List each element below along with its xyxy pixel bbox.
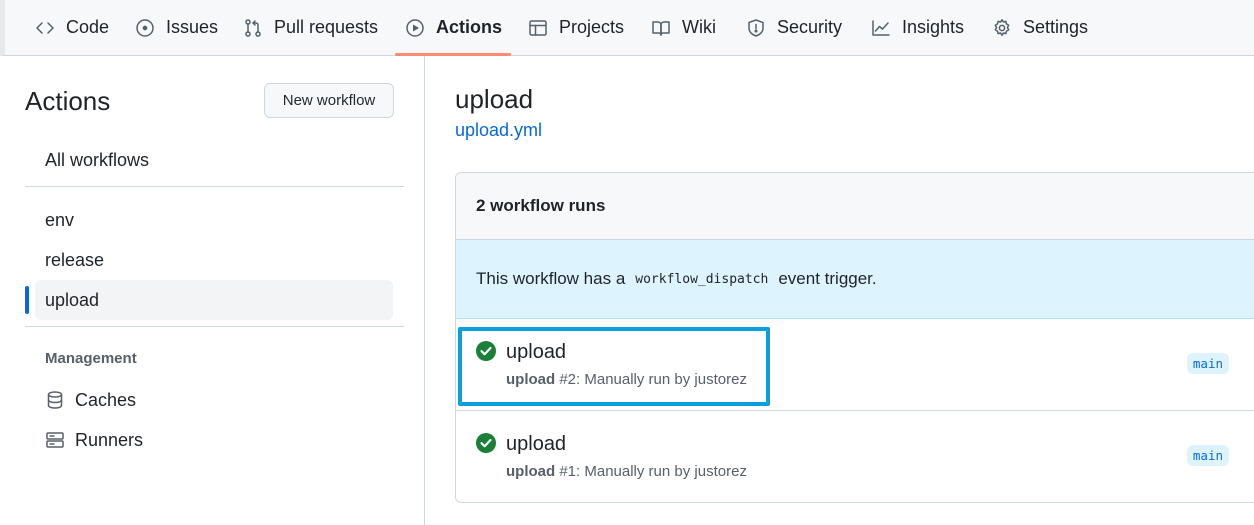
table-icon: [529, 19, 547, 36]
tab-projects[interactable]: Projects: [528, 0, 624, 55]
run-detail: #2: Manually run by justorez: [559, 371, 747, 388]
tab-label: Wiki: [682, 17, 716, 37]
branch-badge[interactable]: main: [1186, 353, 1229, 374]
run-subtitle: upload #2: Manually run by justorez: [506, 371, 747, 388]
workflow-run-row[interactable]: upload upload #2: Manually run by justor…: [456, 319, 1254, 411]
repo-nav: Code Issues Pull requests Actions Projec…: [0, 0, 1254, 56]
book-icon: [652, 20, 670, 36]
run-workflow-name: upload: [506, 463, 556, 480]
check-circle-icon: [476, 433, 496, 453]
sidebar-item-label: Runners: [75, 429, 144, 450]
shield-icon: [748, 18, 764, 37]
sidebar-item-runners[interactable]: Runners: [35, 420, 393, 460]
database-icon: [47, 391, 63, 409]
sidebar-item-label: env: [45, 209, 75, 230]
sidebar-item-label: upload: [45, 289, 100, 310]
run-title[interactable]: upload: [506, 433, 566, 456]
tab-label: Actions: [436, 17, 503, 37]
tab-label: Issues: [166, 17, 219, 37]
tab-label: Pull requests: [274, 17, 379, 37]
workflow-runs-panel: 2 workflow runs This workflow has a work…: [455, 172, 1254, 503]
tab-actions[interactable]: Actions: [395, 0, 512, 56]
tab-code[interactable]: Code: [35, 0, 109, 55]
branch-badge[interactable]: main: [1186, 445, 1229, 466]
dispatch-notice-prefix: This workflow has a: [476, 269, 626, 288]
sidebar-item-label: All workflows: [45, 149, 150, 170]
sidebar-divider: [25, 186, 404, 187]
tab-insights[interactable]: Insights: [871, 0, 964, 55]
pull-request-icon: [245, 18, 261, 37]
workflow-run-row[interactable]: upload upload #1: Manually run by justor…: [456, 411, 1254, 502]
tab-label: Projects: [559, 17, 625, 37]
sidebar-item-release[interactable]: release: [35, 240, 393, 280]
run-subtitle: upload #1: Manually run by justorez: [506, 463, 747, 480]
dispatch-notice: This workflow has a workflow_dispatch ev…: [456, 240, 1254, 319]
sidebar-item-upload[interactable]: upload: [35, 280, 393, 320]
tab-issues[interactable]: Issues: [135, 0, 218, 55]
runs-count-header: 2 workflow runs: [456, 173, 1254, 240]
server-icon: [46, 432, 64, 448]
run-workflow-name: upload: [506, 371, 556, 388]
tab-pull-requests[interactable]: Pull requests: [243, 0, 378, 55]
workflow-title: upload: [455, 84, 534, 114]
run-title[interactable]: upload: [506, 341, 566, 364]
dispatch-event-code: workflow_dispatch: [635, 271, 769, 287]
check-circle-icon: [476, 341, 496, 361]
sidebar-item-env[interactable]: env: [35, 200, 393, 240]
graph-icon: [872, 19, 890, 36]
sidebar-item-all-workflows[interactable]: All workflows: [35, 140, 393, 180]
active-item-indicator: [25, 286, 29, 314]
dispatch-notice-suffix: event trigger.: [778, 269, 877, 288]
management-heading: Management: [45, 350, 137, 367]
workflow-file-link[interactable]: upload.yml: [455, 120, 542, 141]
sidebar-item-label: Caches: [75, 389, 137, 410]
run-detail: #1: Manually run by justorez: [559, 463, 747, 480]
sidebar-title: Actions: [25, 86, 111, 116]
sidebar-divider: [25, 326, 404, 327]
tab-wiki[interactable]: Wiki: [651, 0, 716, 55]
tab-label: Settings: [1023, 17, 1089, 37]
tab-security[interactable]: Security: [746, 0, 842, 55]
tab-settings[interactable]: Settings: [992, 0, 1088, 55]
tab-label: Code: [66, 17, 110, 37]
gear-icon: [994, 18, 1010, 36]
play-circle-icon: [406, 18, 424, 37]
sidebar-item-label: release: [45, 249, 105, 270]
tab-label: Security: [777, 17, 843, 37]
actions-sidebar: Actions New workflow All workflows env r…: [5, 56, 425, 525]
sidebar-item-caches[interactable]: Caches: [35, 380, 393, 420]
runs-count: 2 workflow runs: [476, 196, 606, 215]
tab-label: Insights: [902, 17, 965, 37]
code-icon: [36, 21, 54, 34]
new-workflow-button[interactable]: New workflow: [264, 83, 394, 118]
issue-circle-icon: [136, 18, 154, 37]
